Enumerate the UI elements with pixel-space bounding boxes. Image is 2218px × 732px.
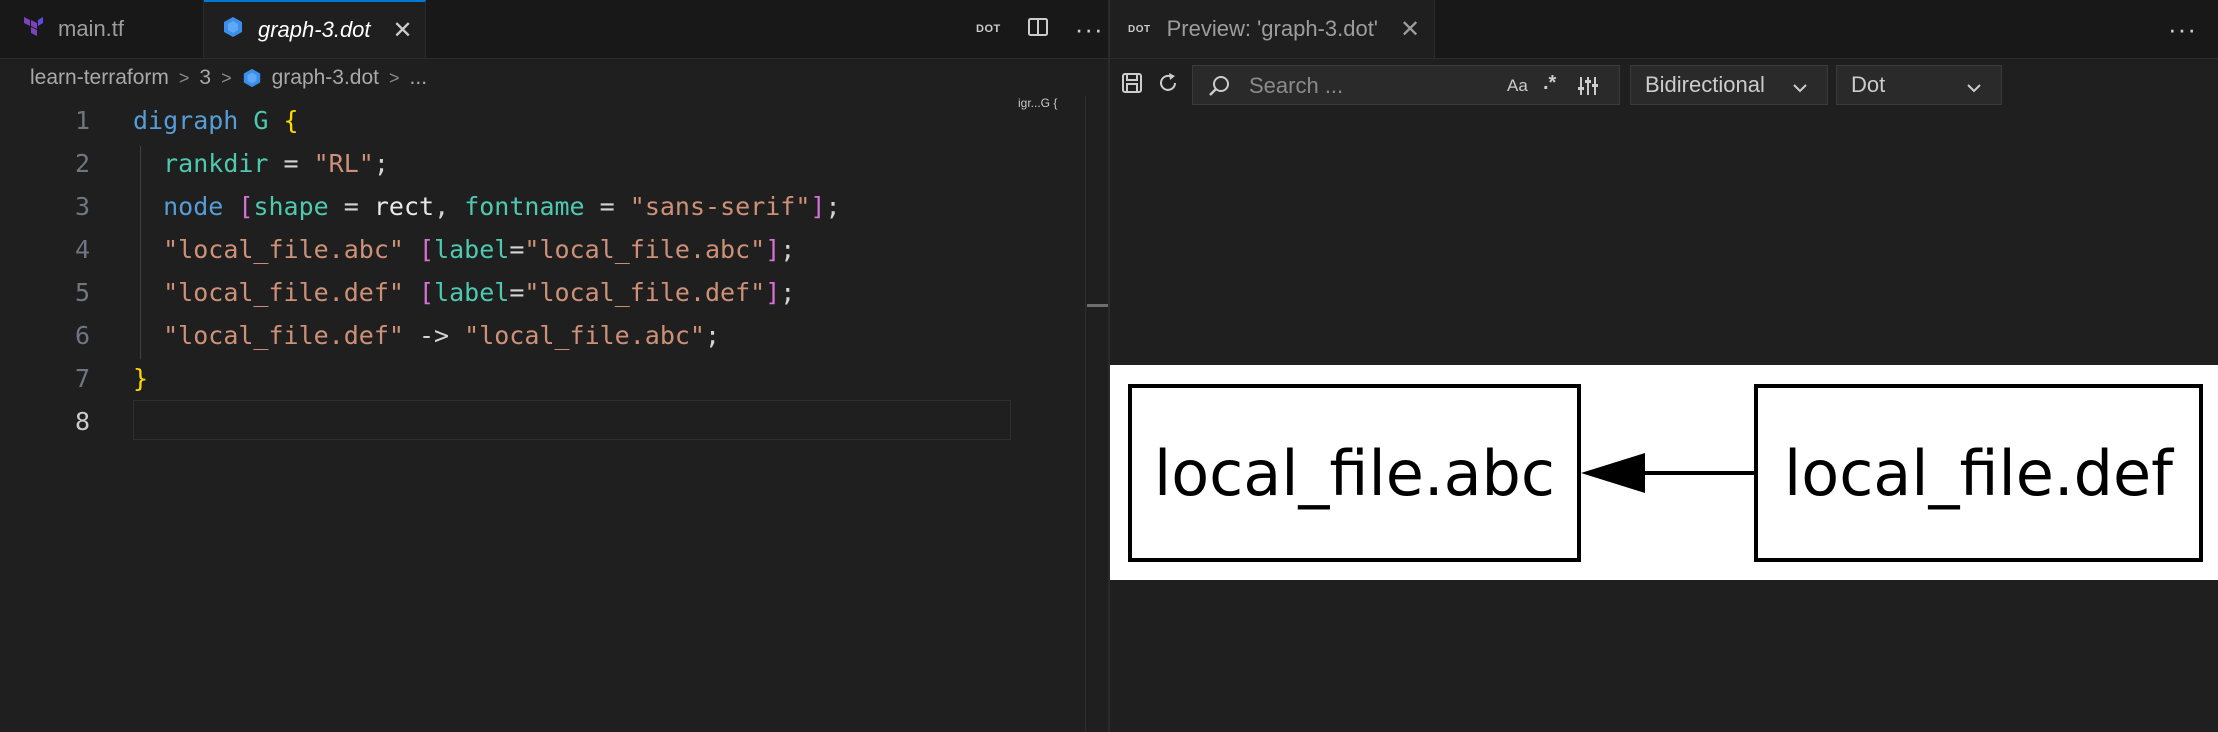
engine-select-value: Dot <box>1851 72 1886 97</box>
refresh-icon[interactable] <box>1156 71 1180 100</box>
chevron-right-icon: > <box>221 67 232 88</box>
terraform-icon <box>22 15 44 43</box>
scrollbar-marker <box>1087 304 1109 307</box>
direction-select[interactable]: Bidirectional <box>1630 65 1828 105</box>
code-line-current: 8 <box>0 400 1085 443</box>
close-icon[interactable]: ✕ <box>1400 15 1420 44</box>
graph-node-local-file-def[interactable]: local_file.def <box>1754 384 2203 562</box>
line-number: 5 <box>74 278 90 307</box>
regex-toggle[interactable]: .* <box>1543 72 1556 95</box>
tab-label: graph-3.dot <box>258 17 371 42</box>
code-editor[interactable]: 1 digraph G { 2 rankdir = "RL"; 3 node [… <box>0 99 1085 443</box>
scrollbar[interactable] <box>1085 96 1086 732</box>
line-number: 7 <box>74 364 90 393</box>
preview-pane: DOT Preview: 'graph-3.dot' ✕ ··· Aa .* B <box>1110 0 2218 732</box>
code-text: rankdir = "RL"; <box>163 149 389 178</box>
editor-tab-bar: main.tf graph-3.dot ✕ DOT ··· <box>0 0 1108 59</box>
close-icon[interactable]: ✕ <box>393 16 413 45</box>
tab-graph-3-dot[interactable]: graph-3.dot ✕ <box>204 0 426 58</box>
split-editor-icon[interactable] <box>1027 16 1049 43</box>
match-case-toggle[interactable]: Aa <box>1507 76 1528 96</box>
more-actions-icon[interactable]: ··· <box>1075 16 1104 42</box>
graphviz-file-icon <box>222 16 244 44</box>
code-line: 5 "local_file.def" [label="local_file.de… <box>0 271 1085 314</box>
code-text: "local_file.abc" [label="local_file.abc"… <box>163 235 796 264</box>
graph-canvas[interactable]: local_file.abc local_file.def <box>1110 365 2218 580</box>
chevron-down-icon <box>1965 77 1983 103</box>
code-text: "local_file.def" [label="local_file.def"… <box>163 278 796 307</box>
line-number: 2 <box>74 149 90 178</box>
code-text: } <box>133 364 149 393</box>
search-icon <box>1207 74 1231 103</box>
editor-actions: DOT ··· <box>976 0 1104 58</box>
editor-pane: main.tf graph-3.dot ✕ DOT ··· learn-terr… <box>0 0 1109 732</box>
filter-settings-icon[interactable] <box>1576 74 1600 103</box>
code-text: node [shape = rect, fontname = "sans-ser… <box>163 192 841 221</box>
current-line-highlight <box>133 400 1011 440</box>
code-line: 6 "local_file.def" -> "local_file.abc"; <box>0 314 1085 357</box>
search-box: Aa .* <box>1192 65 1620 106</box>
preview-tab-bar: DOT Preview: 'graph-3.dot' ✕ ··· <box>1110 0 2218 59</box>
preview-toolbar: Aa .* Bidirectional Dot <box>1110 60 2218 110</box>
line-number: 3 <box>74 192 90 221</box>
chevron-down-icon <box>1791 77 1809 103</box>
line-number: 4 <box>74 235 90 264</box>
preview-actions: ··· <box>2168 0 2197 58</box>
breadcrumb-item-symbol[interactable]: ... <box>410 66 428 90</box>
graphviz-file-icon <box>242 66 262 90</box>
engine-select[interactable]: Dot <box>1836 65 2002 105</box>
chevron-right-icon: > <box>178 67 190 88</box>
direction-select-value: Bidirectional <box>1645 72 1765 97</box>
tab-label: Preview: 'graph-3.dot' <box>1166 16 1379 41</box>
line-number: 1 <box>74 106 90 135</box>
tab-label: main.tf <box>58 16 125 41</box>
code-line: 2 rankdir = "RL"; <box>0 142 1085 185</box>
code-line: 4 "local_file.abc" [label="local_file.ab… <box>0 228 1085 271</box>
dot-file-icon: DOT <box>1128 23 1151 35</box>
line-number: 8 <box>74 407 90 436</box>
code-line: 3 node [shape = rect, fontname = "sans-s… <box>0 185 1085 228</box>
dot-preview-button[interactable]: DOT <box>976 23 1001 35</box>
more-actions-icon[interactable]: ··· <box>2168 16 2197 42</box>
tab-preview[interactable]: DOT Preview: 'graph-3.dot' ✕ <box>1110 0 1435 58</box>
line-number: 6 <box>74 321 90 350</box>
breadcrumb: learn-terraform > 3 > graph-3.dot > ... <box>30 60 427 96</box>
code-line: 1 digraph G { <box>0 99 1085 142</box>
save-icon[interactable] <box>1120 71 1144 100</box>
breadcrumb-item-folder[interactable]: learn-terraform <box>30 66 169 90</box>
code-text: digraph G { <box>133 106 299 135</box>
breadcrumb-item-subfolder[interactable]: 3 <box>199 66 211 90</box>
tab-main-tf[interactable]: main.tf <box>0 0 204 58</box>
chevron-right-icon: > <box>389 67 400 88</box>
code-line: 7 } <box>0 357 1085 400</box>
breadcrumb-item-file[interactable]: graph-3.dot <box>272 66 379 90</box>
code-text: "local_file.def" -> "local_file.abc"; <box>163 321 721 350</box>
search-input[interactable] <box>1247 66 1501 106</box>
minimap[interactable]: igr...G { <box>1018 96 1070 110</box>
